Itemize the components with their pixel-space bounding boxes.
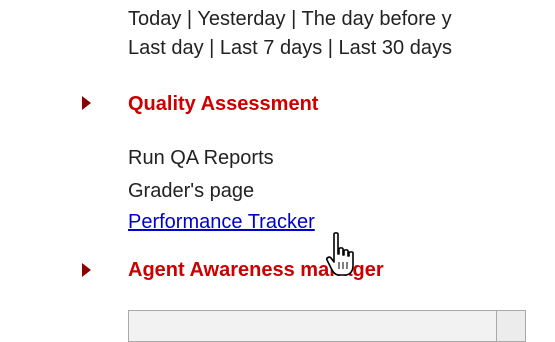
separator: | xyxy=(322,37,339,59)
performance-tracker-link[interactable]: Performance Tracker xyxy=(128,210,315,234)
section-title-quality-assessment[interactable]: Quality Assessment xyxy=(128,92,318,116)
agent-select-dropdown[interactable] xyxy=(128,310,526,342)
triangle-right-icon xyxy=(82,263,91,277)
link-last-30-days[interactable]: Last 30 days xyxy=(339,37,452,59)
separator: | xyxy=(285,8,302,30)
graders-page-link[interactable]: Grader's page xyxy=(128,179,254,203)
link-day-before-yesterday[interactable]: The day before y xyxy=(302,8,452,30)
triangle-right-icon xyxy=(82,96,91,110)
run-qa-reports-link[interactable]: Run QA Reports xyxy=(128,146,274,170)
separator: | xyxy=(181,8,198,30)
period-links-row-1: Today | Yesterday | The day before y xyxy=(128,7,452,31)
link-last-7-days[interactable]: Last 7 days xyxy=(220,37,322,59)
link-yesterday[interactable]: Yesterday xyxy=(197,8,285,30)
dropdown-button[interactable] xyxy=(496,311,525,341)
link-last-day[interactable]: Last day xyxy=(128,37,204,59)
period-links-row-2: Last day | Last 7 days | Last 30 days xyxy=(128,36,452,60)
hand-pointer-icon xyxy=(326,232,354,276)
link-today[interactable]: Today xyxy=(128,8,181,30)
separator: | xyxy=(203,37,220,59)
